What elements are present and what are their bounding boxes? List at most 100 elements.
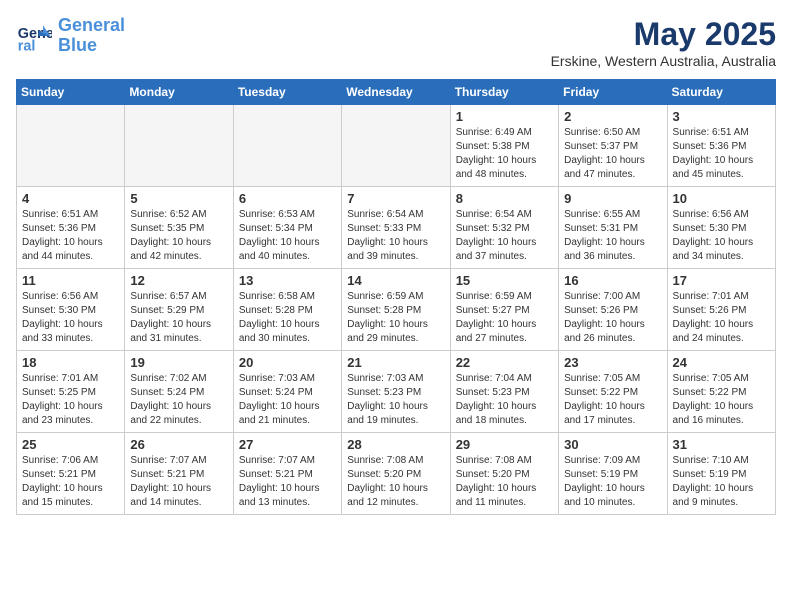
day-header-sunday: Sunday [17,80,125,105]
day-header-tuesday: Tuesday [233,80,341,105]
day-info: Sunrise: 6:55 AMSunset: 5:31 PMDaylight:… [564,208,661,264]
calendar-cell [342,105,450,187]
day-info: Sunrise: 6:58 AMSunset: 5:28 PMDaylight:… [239,290,336,346]
calendar-week-row: 11 Sunrise: 6:56 AMSunset: 5:30 PMDayligh… [17,269,776,351]
calendar-cell: 15 Sunrise: 6:59 AMSunset: 5:27 PMDayligh… [450,269,558,351]
calendar-cell: 1 Sunrise: 6:49 AMSunset: 5:38 PMDaylight… [450,105,558,187]
day-number: 19 [130,355,227,370]
day-number: 8 [456,191,553,206]
calendar-cell: 28 Sunrise: 7:08 AMSunset: 5:20 PMDayligh… [342,433,450,515]
calendar-cell: 26 Sunrise: 7:07 AMSunset: 5:21 PMDayligh… [125,433,233,515]
day-info: Sunrise: 6:51 AMSunset: 5:36 PMDaylight:… [22,208,119,264]
day-info: Sunrise: 6:56 AMSunset: 5:30 PMDaylight:… [22,290,119,346]
day-number: 25 [22,437,119,452]
calendar-table: SundayMondayTuesdayWednesdayThursdayFrid… [16,79,776,515]
day-number: 27 [239,437,336,452]
day-info: Sunrise: 7:10 AMSunset: 5:19 PMDaylight:… [673,454,770,510]
calendar-cell: 25 Sunrise: 7:06 AMSunset: 5:21 PMDayligh… [17,433,125,515]
calendar-cell: 4 Sunrise: 6:51 AMSunset: 5:36 PMDaylight… [17,187,125,269]
calendar-cell: 19 Sunrise: 7:02 AMSunset: 5:24 PMDayligh… [125,351,233,433]
calendar-cell [17,105,125,187]
day-info: Sunrise: 6:51 AMSunset: 5:36 PMDaylight:… [673,126,770,182]
calendar-week-row: 25 Sunrise: 7:06 AMSunset: 5:21 PMDayligh… [17,433,776,515]
day-number: 4 [22,191,119,206]
day-number: 24 [673,355,770,370]
calendar-cell: 31 Sunrise: 7:10 AMSunset: 5:19 PMDayligh… [667,433,775,515]
logo: Gene ral GeneralBlue [16,16,125,56]
calendar-cell: 30 Sunrise: 7:09 AMSunset: 5:19 PMDayligh… [559,433,667,515]
day-info: Sunrise: 6:57 AMSunset: 5:29 PMDaylight:… [130,290,227,346]
day-info: Sunrise: 6:59 AMSunset: 5:28 PMDaylight:… [347,290,444,346]
title-block: May 2025 Erskine, Western Australia, Aus… [551,16,776,69]
day-info: Sunrise: 6:56 AMSunset: 5:30 PMDaylight:… [673,208,770,264]
day-info: Sunrise: 7:02 AMSunset: 5:24 PMDaylight:… [130,372,227,428]
day-info: Sunrise: 7:06 AMSunset: 5:21 PMDaylight:… [22,454,119,510]
day-number: 1 [456,109,553,124]
day-info: Sunrise: 6:53 AMSunset: 5:34 PMDaylight:… [239,208,336,264]
day-number: 31 [673,437,770,452]
day-number: 14 [347,273,444,288]
calendar-week-row: 1 Sunrise: 6:49 AMSunset: 5:38 PMDaylight… [17,105,776,187]
day-info: Sunrise: 6:50 AMSunset: 5:37 PMDaylight:… [564,126,661,182]
day-number: 11 [22,273,119,288]
calendar-cell: 2 Sunrise: 6:50 AMSunset: 5:37 PMDaylight… [559,105,667,187]
day-number: 6 [239,191,336,206]
day-number: 9 [564,191,661,206]
day-info: Sunrise: 7:03 AMSunset: 5:24 PMDaylight:… [239,372,336,428]
calendar-cell: 24 Sunrise: 7:05 AMSunset: 5:22 PMDayligh… [667,351,775,433]
day-info: Sunrise: 6:54 AMSunset: 5:32 PMDaylight:… [456,208,553,264]
svg-text:ral: ral [18,38,36,54]
day-number: 3 [673,109,770,124]
day-info: Sunrise: 7:01 AMSunset: 5:26 PMDaylight:… [673,290,770,346]
day-number: 28 [347,437,444,452]
calendar-cell: 21 Sunrise: 7:03 AMSunset: 5:23 PMDayligh… [342,351,450,433]
day-number: 26 [130,437,227,452]
day-number: 21 [347,355,444,370]
day-info: Sunrise: 7:07 AMSunset: 5:21 PMDaylight:… [130,454,227,510]
day-number: 17 [673,273,770,288]
day-info: Sunrise: 7:03 AMSunset: 5:23 PMDaylight:… [347,372,444,428]
day-info: Sunrise: 7:08 AMSunset: 5:20 PMDaylight:… [456,454,553,510]
day-header-monday: Monday [125,80,233,105]
day-info: Sunrise: 7:01 AMSunset: 5:25 PMDaylight:… [22,372,119,428]
calendar-cell: 10Sunrise: 6:56 AMSunset: 5:30 PMDayligh… [667,187,775,269]
day-info: Sunrise: 7:05 AMSunset: 5:22 PMDaylight:… [673,372,770,428]
calendar-cell: 13 Sunrise: 6:58 AMSunset: 5:28 PMDayligh… [233,269,341,351]
calendar-cell: 6 Sunrise: 6:53 AMSunset: 5:34 PMDaylight… [233,187,341,269]
calendar-cell: 17 Sunrise: 7:01 AMSunset: 5:26 PMDayligh… [667,269,775,351]
logo-text: GeneralBlue [58,16,125,56]
location: Erskine, Western Australia, Australia [551,53,776,69]
calendar-cell: 12Sunrise: 6:57 AMSunset: 5:29 PMDayligh… [125,269,233,351]
calendar-cell: 23 Sunrise: 7:05 AMSunset: 5:22 PMDayligh… [559,351,667,433]
page-header: Gene ral GeneralBlue May 2025 Erskine, W… [16,16,776,69]
calendar-cell: 18Sunrise: 7:01 AMSunset: 5:25 PMDayligh… [17,351,125,433]
calendar-cell [233,105,341,187]
calendar-cell: 3 Sunrise: 6:51 AMSunset: 5:36 PMDaylight… [667,105,775,187]
calendar-cell: 11 Sunrise: 6:56 AMSunset: 5:30 PMDayligh… [17,269,125,351]
day-number: 30 [564,437,661,452]
day-header-wednesday: Wednesday [342,80,450,105]
day-info: Sunrise: 6:49 AMSunset: 5:38 PMDaylight:… [456,126,553,182]
day-number: 23 [564,355,661,370]
calendar-cell: 14 Sunrise: 6:59 AMSunset: 5:28 PMDayligh… [342,269,450,351]
day-header-saturday: Saturday [667,80,775,105]
calendar-cell: 20 Sunrise: 7:03 AMSunset: 5:24 PMDayligh… [233,351,341,433]
day-number: 29 [456,437,553,452]
day-info: Sunrise: 7:07 AMSunset: 5:21 PMDaylight:… [239,454,336,510]
calendar-week-row: 4 Sunrise: 6:51 AMSunset: 5:36 PMDaylight… [17,187,776,269]
day-info: Sunrise: 6:59 AMSunset: 5:27 PMDaylight:… [456,290,553,346]
day-info: Sunrise: 7:09 AMSunset: 5:19 PMDaylight:… [564,454,661,510]
day-info: Sunrise: 7:04 AMSunset: 5:23 PMDaylight:… [456,372,553,428]
calendar-cell: 16Sunrise: 7:00 AMSunset: 5:26 PMDayligh… [559,269,667,351]
day-number: 5 [130,191,227,206]
day-number: 15 [456,273,553,288]
calendar-cell: 7Sunrise: 6:54 AMSunset: 5:33 PMDaylight… [342,187,450,269]
day-number: 2 [564,109,661,124]
day-number: 20 [239,355,336,370]
day-info: Sunrise: 6:54 AMSunset: 5:33 PMDaylight:… [347,208,444,264]
day-number: 13 [239,273,336,288]
day-info: Sunrise: 7:05 AMSunset: 5:22 PMDaylight:… [564,372,661,428]
day-info: Sunrise: 7:00 AMSunset: 5:26 PMDaylight:… [564,290,661,346]
day-number: 22 [456,355,553,370]
day-info: Sunrise: 7:08 AMSunset: 5:20 PMDaylight:… [347,454,444,510]
